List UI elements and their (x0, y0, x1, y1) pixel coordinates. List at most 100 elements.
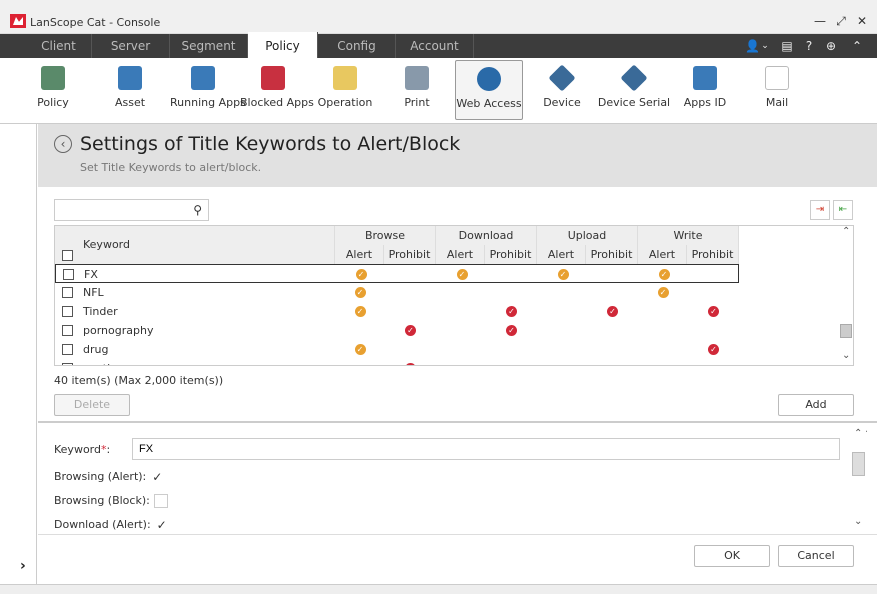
page-header: ‹ Settings of Title Keywords to Alert/Bl… (38, 124, 877, 187)
title-bar: LanScope Cat - Console — ⤢ ✕ (0, 0, 877, 34)
page-title: Settings of Title Keywords to Alert/Bloc… (80, 133, 461, 155)
tool-label: Blocked Apps (240, 96, 314, 109)
form-scroll-thumb[interactable] (852, 452, 865, 476)
main-tab-bar: Client Server Segment Policy Config Acco… (0, 32, 877, 58)
asset-icon (118, 66, 142, 90)
status-bar (0, 584, 877, 594)
form-scroll-up-icon[interactable]: ⌃ (854, 428, 862, 439)
table-row[interactable]: drug ✓ ✓ (55, 340, 739, 359)
user-icon[interactable]: 👤 (745, 34, 760, 58)
globe-icon[interactable]: ⊕ (822, 34, 840, 58)
table-row[interactable]: NFL ✓ ✓ (55, 283, 739, 302)
browsing-block-label: Browsing (Block): (54, 494, 150, 507)
tool-web-access[interactable]: Web Access (455, 60, 523, 120)
row-keyword: drug (83, 343, 109, 356)
row-checkbox[interactable] (62, 325, 73, 336)
download-alert-checkbox[interactable]: ✓ (154, 518, 169, 532)
tool-policy[interactable]: Policy (30, 58, 76, 124)
export-button[interactable]: ⇤ (833, 200, 853, 220)
prohibit-check-icon: ✓ (405, 325, 416, 336)
browsing-alert-checkbox[interactable]: ✓ (150, 470, 165, 484)
tab-client[interactable]: Client (26, 34, 92, 58)
tab-policy[interactable]: Policy (248, 32, 318, 58)
collapse-ribbon-icon[interactable]: ⌃ (848, 34, 866, 58)
mail-icon (765, 66, 789, 90)
form-scroll-down-icon[interactable]: ⌄ (854, 516, 862, 527)
alert-check-icon: ✓ (354, 306, 366, 317)
tab-segment[interactable]: Segment (170, 34, 248, 58)
browsing-block-checkbox[interactable] (153, 494, 168, 508)
row-keyword: NFL (83, 286, 104, 299)
page-subtitle: Set Title Keywords to alert/block. (80, 161, 262, 174)
tool-mail[interactable]: Mail (750, 58, 804, 124)
table-scrollbar[interactable]: ⌃ ⌄ (840, 226, 853, 365)
tool-label: Web Access (456, 97, 522, 110)
prohibit-check-icon: ✓ (506, 306, 517, 317)
ok-button[interactable]: OK (694, 545, 770, 567)
tool-running-apps[interactable]: Running Apps (170, 58, 246, 124)
download-alert-label: Download (Alert): (54, 518, 151, 531)
table-row[interactable]: FX ✓ ✓ ✓ ✓ (55, 264, 739, 283)
scroll-up-icon[interactable]: ⌃ (842, 226, 850, 237)
sub-header-row: Alert Prohibit Alert Prohibit Alert Proh… (335, 245, 739, 264)
alert-check-icon: ✓ (658, 269, 670, 280)
alert-check-icon: ✓ (657, 287, 669, 298)
back-icon[interactable]: ‹ (54, 135, 72, 153)
restore-button[interactable]: ⤢ (833, 14, 849, 29)
browse-prohibit-header: Prohibit (384, 245, 436, 264)
upload-alert-header: Alert (537, 245, 586, 264)
import-button[interactable]: ⇥ (810, 200, 830, 220)
tool-print[interactable]: Print (390, 58, 444, 124)
row-checkbox[interactable] (62, 306, 73, 317)
row-checkbox[interactable] (62, 363, 73, 365)
form-scrollbar[interactable]: ⌃ ⌄ (852, 428, 866, 531)
alert-check-icon: ✓ (354, 287, 366, 298)
tool-asset[interactable]: Asset (100, 58, 160, 124)
keyword-input[interactable] (132, 438, 840, 460)
row-checkbox[interactable] (62, 287, 73, 298)
table-scroll-thumb[interactable] (840, 324, 852, 338)
table-row[interactable]: auction ✓ (55, 359, 739, 365)
add-button[interactable]: Add (778, 394, 854, 416)
tab-account[interactable]: Account (396, 34, 474, 58)
keyword-header-label: Keyword (83, 238, 130, 251)
expand-left-panel-icon[interactable]: › (20, 558, 26, 574)
user-dropdown-icon[interactable]: ⌄ (759, 34, 771, 58)
delete-button[interactable]: Delete (54, 394, 130, 416)
select-all-checkbox[interactable] (62, 250, 73, 261)
tab-config[interactable]: Config (318, 34, 396, 58)
list-icon[interactable]: ▤ (778, 34, 796, 58)
tool-device-serial[interactable]: Device Serial (596, 58, 672, 124)
table-row[interactable]: pornography ✓ ✓ (55, 321, 739, 340)
write-group-header: Write (638, 226, 739, 245)
search-input[interactable]: ⚲ (54, 199, 209, 221)
tool-blocked-apps[interactable]: Blocked Apps (240, 58, 314, 124)
tool-apps-id[interactable]: Apps ID (678, 58, 732, 124)
tool-label: Running Apps (170, 96, 246, 109)
browse-alert-header: Alert (335, 245, 384, 264)
panel-divider[interactable] (38, 421, 877, 423)
alert-check-icon: ✓ (354, 344, 366, 355)
minimize-button[interactable]: — (812, 14, 828, 28)
tool-operation[interactable]: Operation (312, 58, 378, 124)
write-prohibit-header: Prohibit (687, 245, 739, 264)
keyword-field-label: Keyword*: (54, 443, 110, 456)
alert-check-icon: ✓ (456, 269, 468, 280)
help-icon[interactable]: ? (800, 34, 818, 58)
tool-label: Print (404, 96, 430, 109)
table-row[interactable]: Tinder ✓ ✓ ✓ ✓ (55, 302, 739, 321)
tool-device[interactable]: Device (535, 58, 589, 124)
upload-group-header: Upload (537, 226, 638, 245)
tab-server[interactable]: Server (92, 34, 170, 58)
row-checkbox[interactable] (63, 269, 74, 280)
tool-label: Asset (114, 96, 146, 109)
row-checkbox[interactable] (62, 344, 73, 355)
policy-toolbar: Policy Asset Running Apps Blocked Apps O… (0, 58, 877, 124)
prohibit-check-icon: ✓ (708, 344, 719, 355)
search-icon[interactable]: ⚲ (193, 203, 202, 217)
cancel-button[interactable]: Cancel (778, 545, 854, 567)
scroll-down-icon[interactable]: ⌄ (842, 350, 850, 361)
prohibit-check-icon: ✓ (405, 363, 416, 365)
close-button[interactable]: ✕ (854, 14, 870, 28)
tool-label: Device Serial (597, 96, 671, 109)
